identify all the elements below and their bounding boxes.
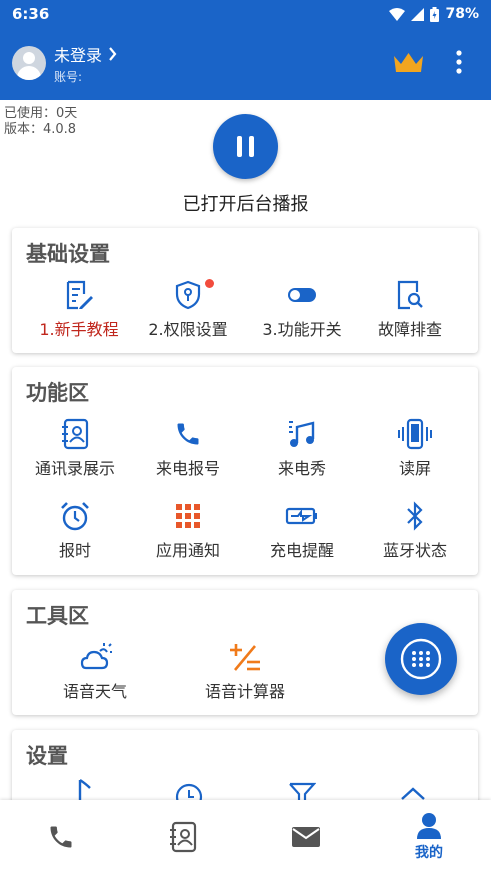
screen-reader-label: 读屏 [398, 459, 431, 478]
more-options-icon[interactable] [455, 50, 463, 74]
features-card: 功能区 通讯录展示 来电报号 来电秀 读屏 报时 应用通知 充电提醒 蓝牙状态 [12, 367, 478, 575]
caller-show-label: 来电秀 [277, 459, 326, 478]
voice-weather-item[interactable]: 语音天气 [38, 640, 152, 702]
alarm-clock-icon [61, 502, 89, 531]
status-bar: 6:36 78% [0, 0, 491, 28]
permission-label: 2.权限设置 [148, 320, 228, 339]
charge-reminder-label: 充电提醒 [269, 541, 334, 560]
caller-announce-item[interactable]: 来电报号 [131, 417, 245, 479]
tutorial-icon [66, 280, 93, 310]
bluetooth-status-label: 蓝牙状态 [382, 541, 447, 560]
contacts-icon [170, 821, 197, 852]
person-icon [417, 812, 441, 839]
voice-calculator-item[interactable]: 语音计算器 [188, 640, 302, 702]
apps-grid-icon [176, 504, 200, 528]
clock-icon[interactable] [174, 782, 204, 802]
tutorial-item[interactable]: 1.新手教程 [22, 278, 136, 340]
permission-item[interactable]: 2.权限设置 [131, 278, 245, 340]
caller-show-item[interactable]: 来电秀 [245, 417, 359, 479]
chevron-up-icon[interactable] [400, 786, 426, 800]
bluetooth-status-item[interactable]: 蓝牙状态 [358, 499, 472, 561]
music-icon [289, 421, 315, 447]
status-time: 6:36 [12, 5, 50, 23]
status-indicators: 78% [389, 6, 479, 22]
pause-icon [237, 136, 242, 157]
signal-icon [411, 7, 425, 21]
weather-icon [80, 643, 112, 670]
caller-announce-label: 来电报号 [155, 459, 220, 478]
nav-me-label: 我的 [415, 844, 443, 861]
troubleshoot-label: 故障排查 [377, 320, 442, 339]
voice-weather-label: 语音天气 [62, 682, 127, 701]
screen-reader-item[interactable]: 读屏 [358, 417, 472, 479]
nav-contacts[interactable] [122, 800, 244, 873]
tutorial-label: 1.新手教程 [39, 320, 119, 339]
crown-icon[interactable] [393, 50, 424, 74]
bottom-navigation: 我的 [0, 800, 491, 873]
login-link[interactable]: 未登录 [54, 42, 117, 66]
feature-switch-label: 3.功能开关 [262, 320, 342, 339]
broadcast-status: 已打开后台播报 [182, 194, 309, 215]
permission-icon [175, 280, 201, 310]
account-label: 账号: [54, 70, 83, 84]
phone-icon [50, 826, 72, 847]
dialpad-fab[interactable] [385, 623, 457, 695]
login-label: 未登录 [54, 46, 103, 65]
calculator-icon [230, 644, 260, 671]
dialpad-icon [400, 638, 442, 680]
battery-charging-icon [285, 507, 317, 525]
music-note-icon[interactable] [72, 778, 92, 802]
vibrate-phone-icon [398, 418, 432, 450]
toggle-icon [288, 288, 316, 302]
app-notify-label: 应用通知 [155, 541, 220, 560]
contacts-display-item[interactable]: 通讯录展示 [18, 417, 132, 479]
contacts-display-label: 通讯录展示 [34, 459, 115, 478]
notification-dot [205, 279, 214, 288]
filter-icon[interactable] [288, 782, 316, 802]
troubleshoot-item[interactable]: 故障排查 [353, 278, 467, 340]
contacts-icon [62, 418, 89, 450]
battery-percent: 78% [445, 6, 479, 22]
troubleshoot-icon [397, 280, 423, 310]
time-announce-label: 报时 [58, 541, 91, 560]
pause-broadcast-button[interactable] [213, 114, 278, 179]
basic-settings-title: 基础设置 [26, 242, 110, 266]
tools-title: 工具区 [26, 604, 89, 628]
usage-info: 已使用：0天 版本：4.0.8 [4, 106, 77, 138]
avatar[interactable] [12, 46, 46, 80]
charge-reminder-item[interactable]: 充电提醒 [245, 499, 359, 561]
usage-days: 已使用：0天 [4, 106, 78, 121]
app-notify-item[interactable]: 应用通知 [131, 499, 245, 561]
nav-me[interactable]: 我的 [368, 800, 490, 873]
battery-icon [430, 6, 440, 22]
phone-icon [177, 423, 199, 445]
bluetooth-icon [407, 501, 423, 531]
chevron-right-icon [109, 47, 117, 61]
app-header: 未登录 账号: [0, 28, 491, 100]
mail-icon [292, 826, 320, 847]
nav-messages[interactable] [245, 800, 367, 873]
nav-phone[interactable] [0, 800, 122, 873]
wifi-icon [389, 7, 406, 21]
feature-switch-item[interactable]: 3.功能开关 [245, 278, 359, 340]
settings-title: 设置 [26, 744, 68, 768]
time-announce-item[interactable]: 报时 [18, 499, 132, 561]
voice-calculator-label: 语音计算器 [204, 682, 285, 701]
app-version: 版本：4.0.8 [4, 122, 77, 137]
basic-settings-card: 基础设置 1.新手教程 2.权限设置 3.功能开关 故障排查 [12, 228, 478, 353]
features-title: 功能区 [26, 381, 89, 405]
